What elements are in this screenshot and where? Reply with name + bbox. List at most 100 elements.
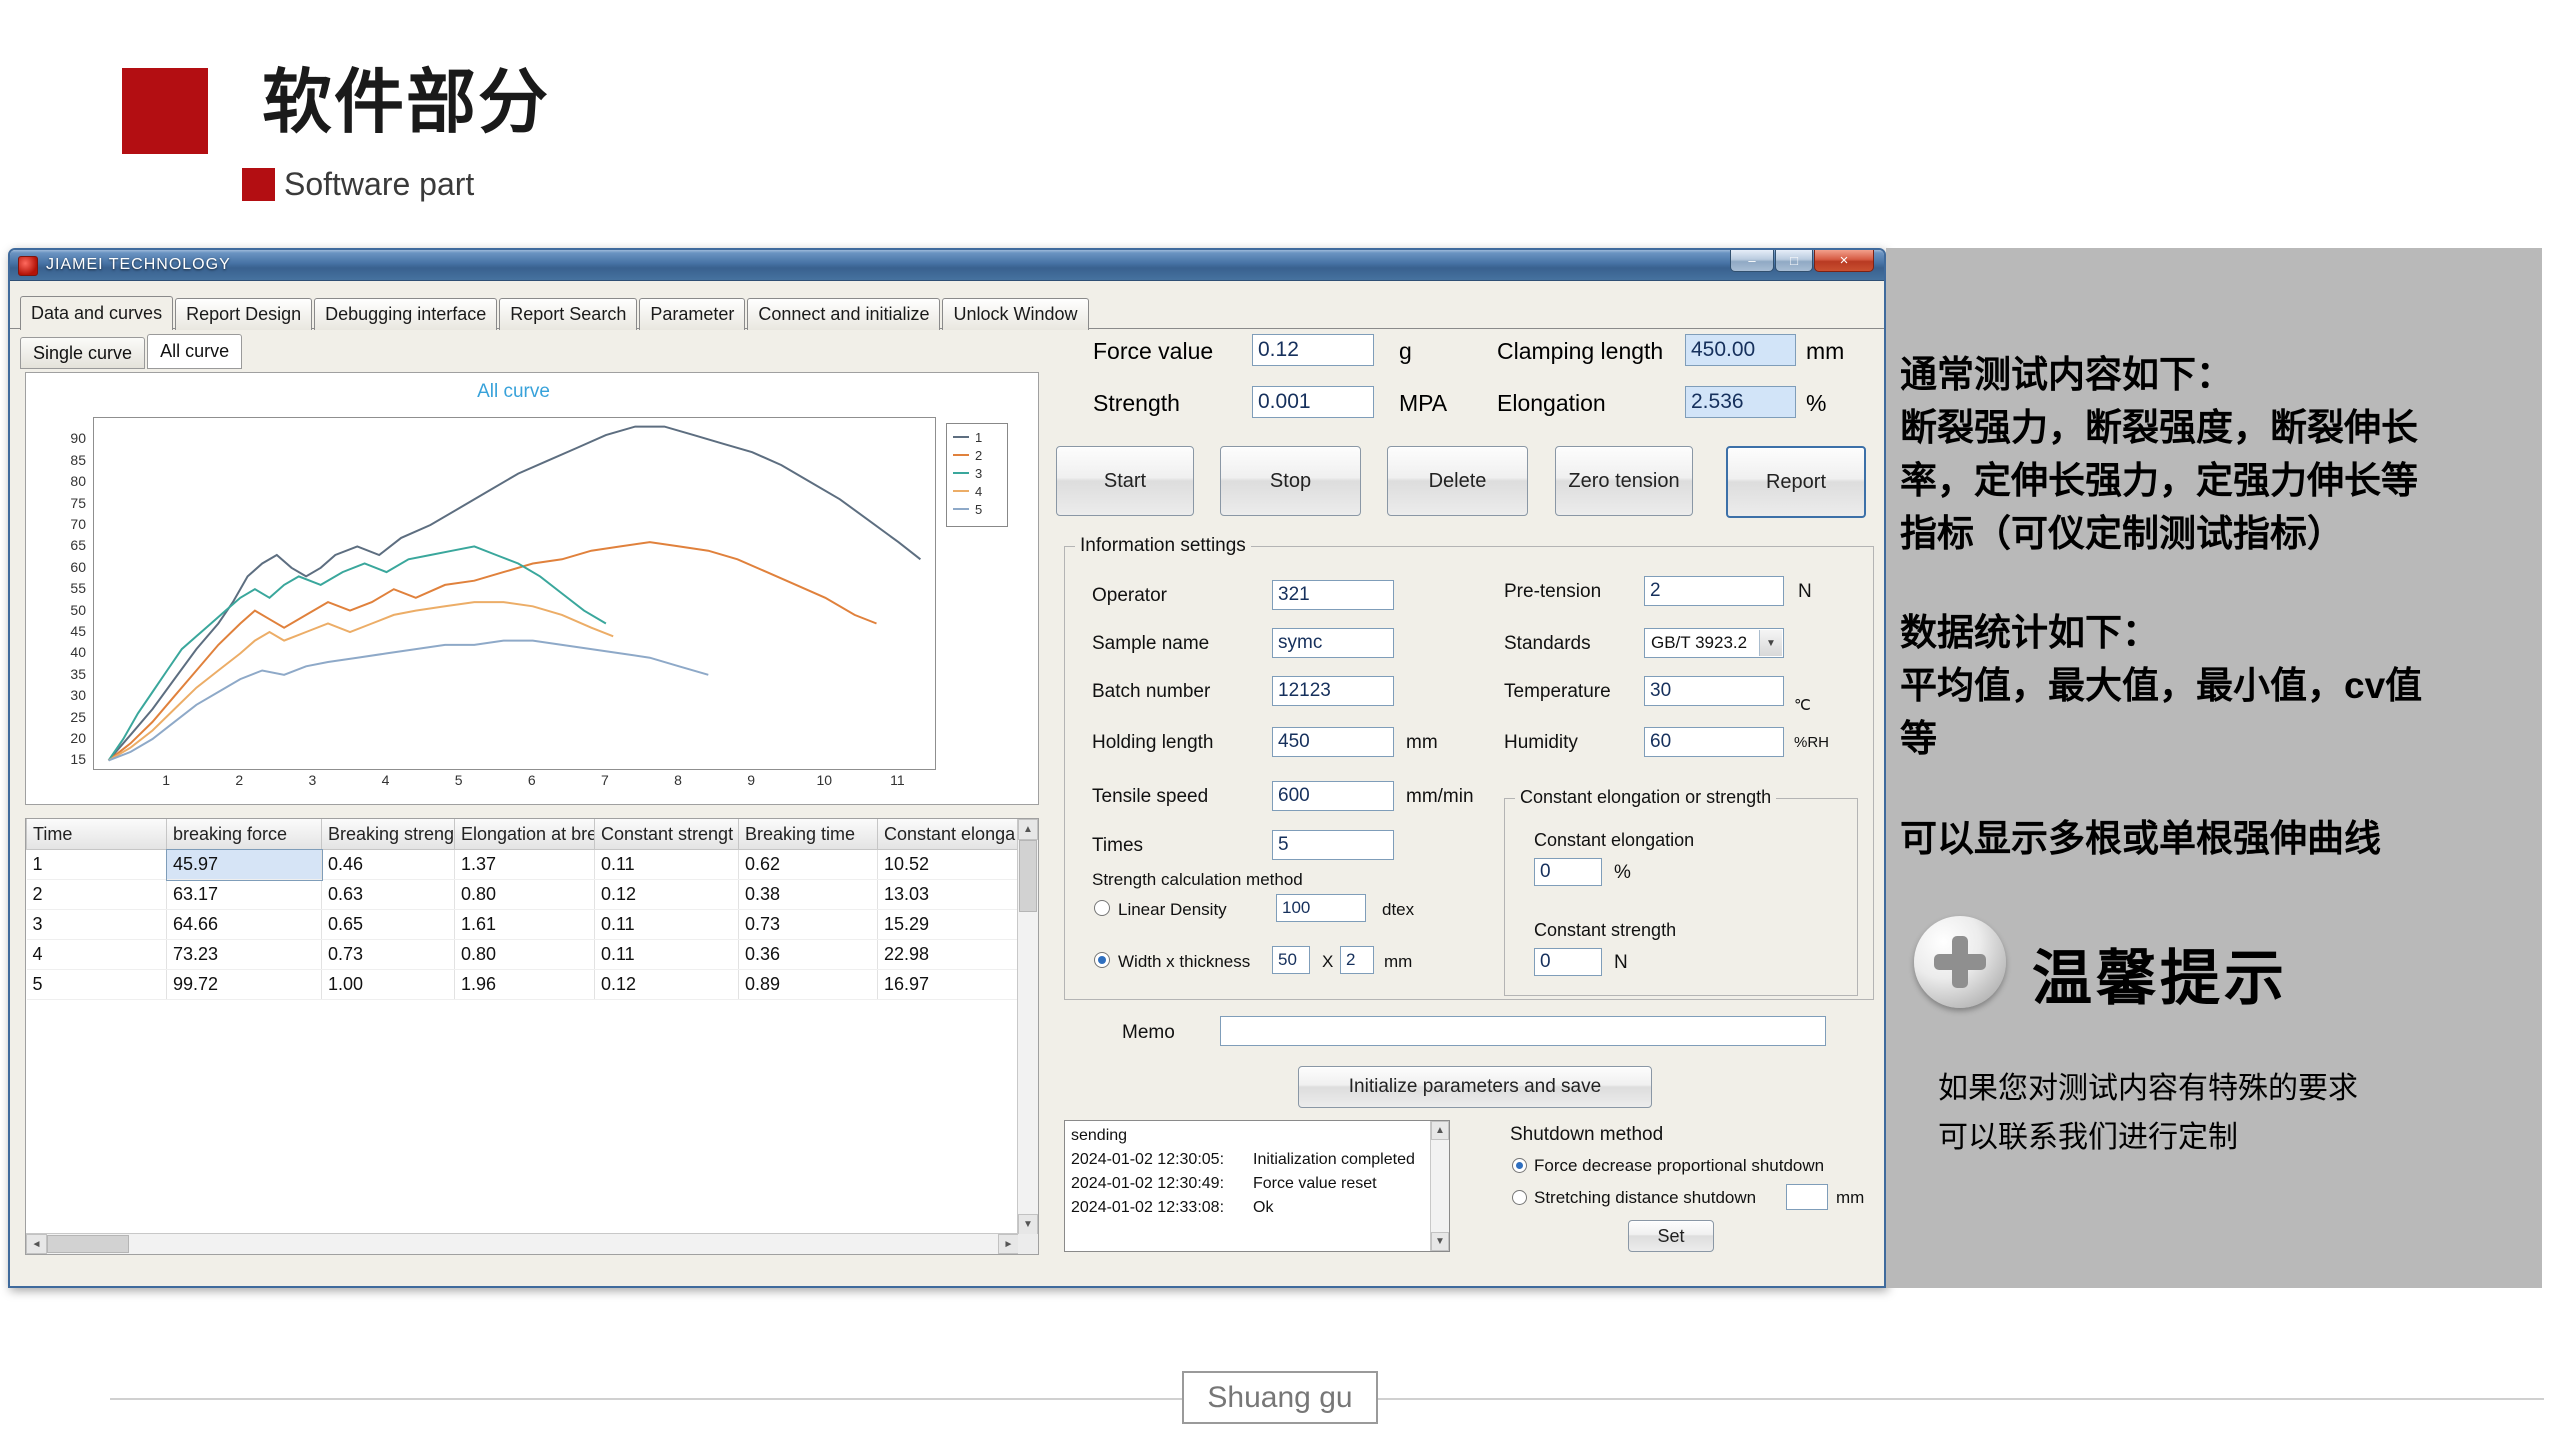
stop-button[interactable]: Stop	[1220, 446, 1361, 516]
close-button[interactable]: ×	[1814, 250, 1874, 272]
table-cell[interactable]: 0.46	[322, 850, 455, 880]
times-input[interactable]	[1272, 830, 1394, 860]
table-horizontal-scrollbar[interactable]: ◄ ►	[26, 1233, 1019, 1254]
stretching-distance-input[interactable]	[1786, 1184, 1828, 1210]
table-row[interactable]: 599.721.001.960.120.8916.97	[27, 970, 1020, 1000]
maximize-button[interactable]: □	[1775, 250, 1813, 272]
table-cell[interactable]: 0.73	[322, 940, 455, 970]
col-constant-strength[interactable]: Constant strengt	[595, 819, 739, 850]
table-cell[interactable]: 1	[27, 850, 167, 880]
strength-field[interactable]	[1252, 386, 1374, 418]
table-row[interactable]: 364.660.651.610.110.7315.29	[27, 910, 1020, 940]
table-cell[interactable]: 1.61	[455, 910, 595, 940]
table-cell[interactable]: 15.29	[878, 910, 1020, 940]
subtab-single-curve[interactable]: Single curve	[20, 337, 145, 369]
constant-strength-input[interactable]	[1534, 948, 1602, 976]
elongation-field[interactable]	[1685, 386, 1796, 418]
status-log[interactable]: sending2024-01-02 12:30:05:Initializatio…	[1064, 1120, 1450, 1252]
table-row[interactable]: 145.970.461.370.110.6210.52	[27, 850, 1020, 880]
clamping-length-field[interactable]	[1685, 334, 1796, 366]
sample-name-input[interactable]	[1272, 628, 1394, 658]
tab-report-search[interactable]: Report Search	[499, 298, 637, 330]
table-cell[interactable]: 0.80	[455, 940, 595, 970]
col-breaking-force[interactable]: breaking force	[167, 819, 322, 850]
zero-tension-button[interactable]: Zero tension	[1555, 446, 1693, 516]
col-time[interactable]: Time	[27, 819, 167, 850]
table-cell[interactable]: 10.52	[878, 850, 1020, 880]
force-decrease-radio[interactable]	[1512, 1158, 1527, 1173]
table-cell[interactable]: 1.37	[455, 850, 595, 880]
table-cell[interactable]: 13.03	[878, 880, 1020, 910]
table-cell[interactable]: 0.11	[595, 850, 739, 880]
table-cell[interactable]: 4	[27, 940, 167, 970]
table-cell[interactable]: 63.17	[167, 880, 322, 910]
table-cell[interactable]: 99.72	[167, 970, 322, 1000]
table-cell[interactable]: 0.80	[455, 880, 595, 910]
window-titlebar[interactable]: JIAMEI TECHNOLOGY – □ ×	[10, 250, 1884, 281]
tab-parameter[interactable]: Parameter	[639, 298, 745, 330]
tab-data-and-curves[interactable]: Data and curves	[20, 296, 173, 330]
table-vertical-scrollbar[interactable]: ▲ ▼	[1017, 819, 1038, 1235]
table-cell[interactable]: 0.65	[322, 910, 455, 940]
table-cell[interactable]: 0.36	[739, 940, 878, 970]
memo-input[interactable]	[1220, 1016, 1826, 1046]
initialize-parameters-button[interactable]: Initialize parameters and save	[1298, 1066, 1652, 1108]
force-value-field[interactable]	[1252, 334, 1374, 366]
pre-tension-input[interactable]	[1644, 576, 1784, 606]
table-cell[interactable]: 64.66	[167, 910, 322, 940]
temperature-input[interactable]	[1644, 676, 1784, 706]
table-cell[interactable]: 16.97	[878, 970, 1020, 1000]
batch-number-input[interactable]	[1272, 676, 1394, 706]
minimize-button[interactable]: –	[1730, 250, 1774, 272]
tab-report-design[interactable]: Report Design	[175, 298, 312, 330]
stretching-distance-radio[interactable]	[1512, 1190, 1527, 1205]
table-cell[interactable]: 0.62	[739, 850, 878, 880]
linear-density-input[interactable]	[1276, 894, 1366, 922]
table-cell[interactable]: 0.38	[739, 880, 878, 910]
table-row[interactable]: 473.230.730.800.110.3622.98	[27, 940, 1020, 970]
table-cell[interactable]: 73.23	[167, 940, 322, 970]
scroll-down-icon[interactable]: ▼	[1431, 1232, 1449, 1251]
col-breaking-time[interactable]: Breaking time	[739, 819, 878, 850]
delete-button[interactable]: Delete	[1387, 446, 1528, 516]
scroll-down-icon[interactable]: ▼	[1018, 1214, 1038, 1235]
tensile-speed-input[interactable]	[1272, 781, 1394, 811]
tab-unlock-window[interactable]: Unlock Window	[942, 298, 1088, 330]
table-cell[interactable]: 45.97	[167, 850, 322, 880]
scroll-up-icon[interactable]: ▲	[1431, 1121, 1449, 1140]
table-cell[interactable]: 22.98	[878, 940, 1020, 970]
table-cell[interactable]: 5	[27, 970, 167, 1000]
operator-input[interactable]	[1272, 580, 1394, 610]
table-cell[interactable]: 2	[27, 880, 167, 910]
table-row[interactable]: 263.170.630.800.120.3813.03	[27, 880, 1020, 910]
col-constant-elongation[interactable]: Constant elonga	[878, 819, 1020, 850]
chevron-down-icon[interactable]: ▼	[1759, 630, 1782, 656]
tab-debugging-interface[interactable]: Debugging interface	[314, 298, 497, 330]
scroll-left-icon[interactable]: ◄	[26, 1234, 47, 1254]
table-cell[interactable]: 0.89	[739, 970, 878, 1000]
thickness-input[interactable]	[1340, 946, 1374, 974]
scroll-up-icon[interactable]: ▲	[1018, 819, 1038, 840]
scroll-right-icon[interactable]: ►	[998, 1234, 1019, 1254]
tab-connect-and-initialize[interactable]: Connect and initialize	[747, 298, 940, 330]
table-cell[interactable]: 1.96	[455, 970, 595, 1000]
constant-elongation-input[interactable]	[1534, 858, 1602, 886]
start-button[interactable]: Start	[1056, 446, 1194, 516]
width-input[interactable]	[1272, 946, 1310, 974]
scrollbar-thumb[interactable]	[1019, 840, 1037, 912]
scrollbar-thumb[interactable]	[47, 1235, 129, 1253]
humidity-input[interactable]	[1644, 727, 1784, 757]
standards-dropdown[interactable]: GB/T 3923.2 ▼	[1644, 628, 1784, 658]
table-cell[interactable]: 0.63	[322, 880, 455, 910]
table-cell[interactable]: 0.11	[595, 910, 739, 940]
log-scrollbar[interactable]: ▲ ▼	[1430, 1121, 1449, 1251]
holding-length-input[interactable]	[1272, 727, 1394, 757]
width-thickness-radio[interactable]	[1094, 952, 1110, 968]
table-cell[interactable]: 3	[27, 910, 167, 940]
table-cell[interactable]: 0.11	[595, 940, 739, 970]
table-cell[interactable]: 0.73	[739, 910, 878, 940]
subtab-all-curve[interactable]: All curve	[147, 334, 242, 369]
table-cell[interactable]: 1.00	[322, 970, 455, 1000]
table-cell[interactable]: 0.12	[595, 970, 739, 1000]
col-breaking-strength[interactable]: Breaking strengt	[322, 819, 455, 850]
